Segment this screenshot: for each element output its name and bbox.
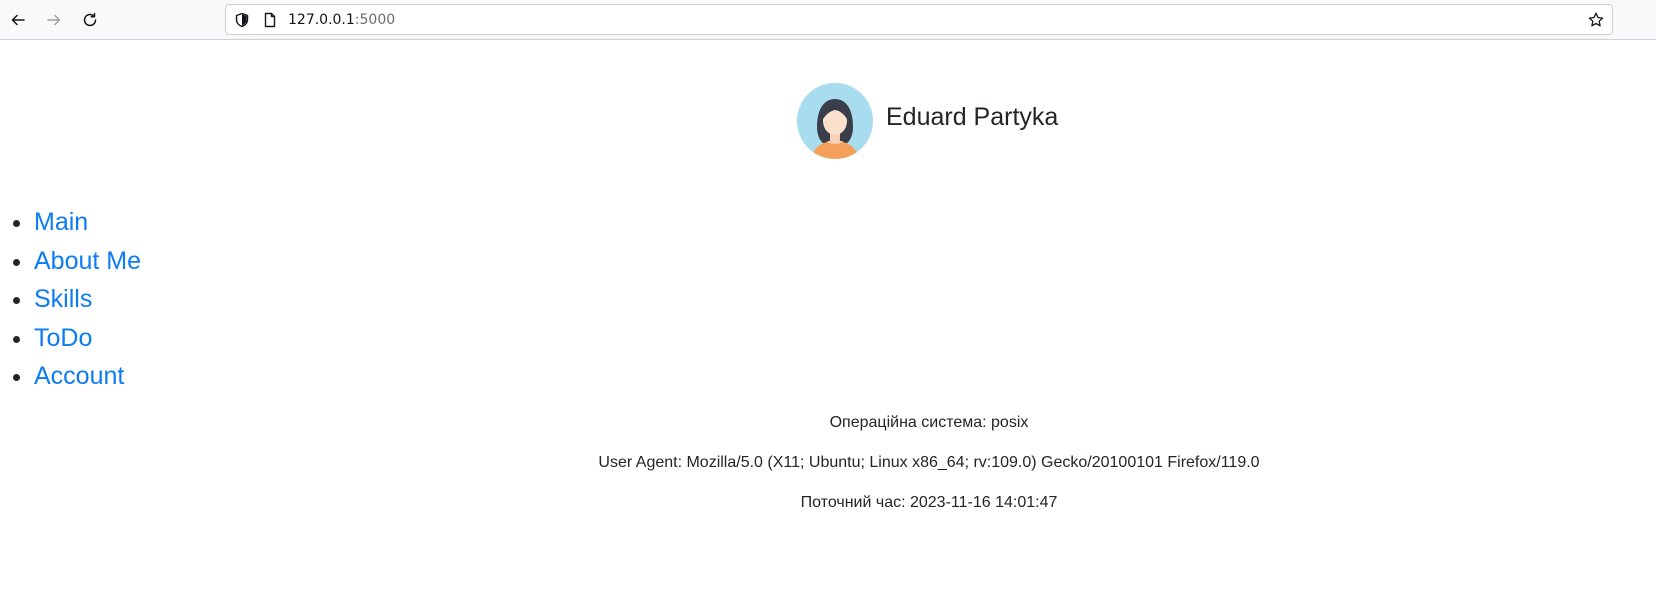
shield-icon[interactable] <box>234 12 250 28</box>
nav-link-account[interactable]: Account <box>34 362 124 390</box>
avatar <box>797 83 873 159</box>
nav-item-main: Main <box>34 203 141 242</box>
profile-header: Eduard Partyka <box>797 83 1058 159</box>
main-nav: Main About Me Skills ToDo Account <box>34 203 141 396</box>
current-time-info: Поточний час: 2023-11-16 14:01:47 <box>800 494 1058 511</box>
reload-icon <box>83 12 97 27</box>
back-button[interactable] <box>4 6 32 34</box>
nav-link-skills[interactable]: Skills <box>34 285 92 313</box>
page-icon <box>264 12 276 28</box>
nav-item-skills: Skills <box>34 280 141 319</box>
reload-button[interactable] <box>76 6 104 34</box>
arrow-right-icon <box>47 14 61 26</box>
user-agent-info: User Agent: Mozilla/5.0 (X11; Ubuntu; Li… <box>598 454 1260 471</box>
forward-button[interactable] <box>40 6 68 34</box>
arrow-left-icon <box>11 14 25 26</box>
nav-link-todo[interactable]: ToDo <box>34 324 92 352</box>
star-icon[interactable] <box>1588 12 1604 28</box>
avatar-woman-icon <box>797 83 873 159</box>
profile-name: Eduard Partyka <box>886 102 1059 131</box>
browser-toolbar: 127.0.0.1:5000 <box>0 0 1656 40</box>
nav-item-todo: ToDo <box>34 319 141 358</box>
os-info: Операційна система: posix <box>829 414 1029 431</box>
nav-link-about-me[interactable]: About Me <box>34 247 141 275</box>
address-bar[interactable]: 127.0.0.1:5000 <box>225 4 1613 35</box>
nav-item-account: Account <box>34 357 141 396</box>
url-port: :5000 <box>354 12 396 28</box>
nav-item-about-me: About Me <box>34 242 141 281</box>
url-host: 127.0.0.1 <box>288 12 355 28</box>
url-text[interactable]: 127.0.0.1:5000 <box>288 12 395 28</box>
nav-link-main[interactable]: Main <box>34 208 88 236</box>
